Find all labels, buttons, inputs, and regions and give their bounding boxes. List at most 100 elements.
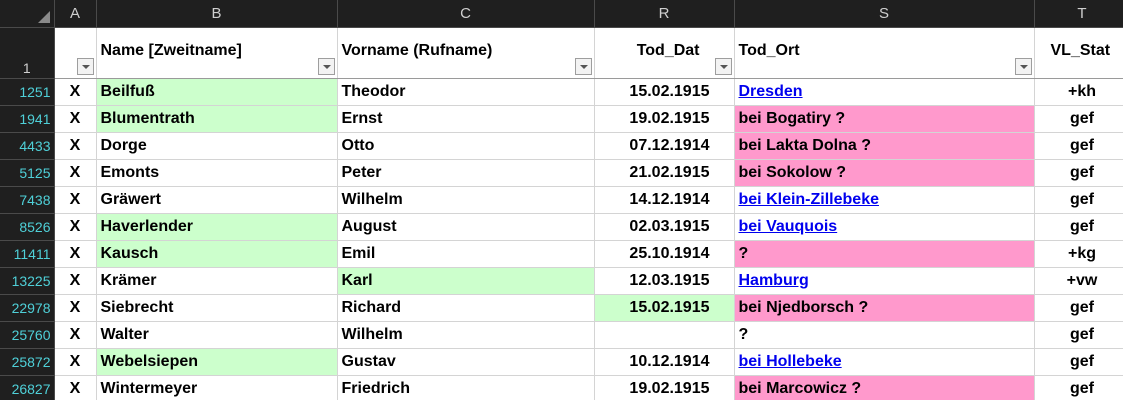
cell-marker[interactable]: X [54, 159, 97, 187]
row-number[interactable]: 13225 [0, 267, 55, 295]
cell-vorname[interactable]: Friedrich [337, 375, 595, 400]
cell-marker[interactable]: X [54, 105, 97, 133]
tod-ort-hyperlink[interactable]: bei Klein-Zillebeke [739, 191, 879, 208]
cell-vorname[interactable]: August [337, 213, 595, 241]
column-header-r[interactable]: R [594, 0, 735, 28]
cell-vl-stat[interactable]: +kg [1034, 240, 1123, 268]
cell-name[interactable]: Blumentrath [96, 105, 338, 133]
header-cell-name[interactable]: Name [Zweitname] [96, 27, 338, 79]
cell-tod-ort[interactable]: bei Bogatiry ? [734, 105, 1035, 133]
cell-tod-ort[interactable]: bei Vauquois [734, 213, 1035, 241]
tod-ort-hyperlink[interactable]: Dresden [739, 83, 803, 100]
cell-vorname[interactable]: Wilhelm [337, 186, 595, 214]
cell-tod-dat[interactable]: 15.02.1915 [594, 294, 735, 322]
filter-dropdown-a-icon[interactable] [76, 57, 94, 75]
cell-marker[interactable]: X [54, 78, 97, 106]
cell-tod-ort[interactable]: bei Sokolow ? [734, 159, 1035, 187]
filter-dropdown-s-icon[interactable] [1014, 57, 1032, 75]
cell-vorname[interactable]: Theodor [337, 78, 595, 106]
cell-tod-ort[interactable]: bei Hollebeke [734, 348, 1035, 376]
cell-tod-dat[interactable]: 12.03.1915 [594, 267, 735, 295]
cell-vorname[interactable]: Karl [337, 267, 595, 295]
cell-vl-stat[interactable]: gef [1034, 321, 1123, 349]
cell-vorname[interactable]: Gustav [337, 348, 595, 376]
cell-tod-ort[interactable]: bei Marcowicz ? [734, 375, 1035, 400]
row-number[interactable]: 25872 [0, 348, 55, 376]
cell-tod-ort[interactable]: Dresden [734, 78, 1035, 106]
cell-vorname[interactable]: Ernst [337, 105, 595, 133]
cell-tod-dat[interactable]: 15.02.1915 [594, 78, 735, 106]
cell-tod-ort[interactable]: bei Klein-Zillebeke [734, 186, 1035, 214]
cell-vl-stat[interactable]: gef [1034, 132, 1123, 160]
header-cell-tod-dat[interactable]: Tod_Dat [594, 27, 735, 79]
cell-tod-ort[interactable]: bei Njedborsch ? [734, 294, 1035, 322]
row-number[interactable]: 25760 [0, 321, 55, 349]
cell-vl-stat[interactable]: gef [1034, 213, 1123, 241]
header-cell-a[interactable] [54, 27, 97, 79]
cell-tod-dat[interactable]: 14.12.1914 [594, 186, 735, 214]
tod-ort-hyperlink[interactable]: bei Hollebeke [739, 353, 842, 370]
cell-marker[interactable]: X [54, 294, 97, 322]
cell-tod-ort[interactable]: ? [734, 240, 1035, 268]
cell-marker[interactable]: X [54, 375, 97, 400]
cell-vl-stat[interactable]: gef [1034, 375, 1123, 400]
cell-vorname[interactable]: Peter [337, 159, 595, 187]
row-number[interactable]: 1941 [0, 105, 55, 133]
cell-tod-dat[interactable] [594, 321, 735, 349]
cell-tod-dat[interactable]: 25.10.1914 [594, 240, 735, 268]
cell-vorname[interactable]: Otto [337, 132, 595, 160]
row-number[interactable]: 4433 [0, 132, 55, 160]
tod-ort-hyperlink[interactable]: Hamburg [739, 272, 809, 289]
cell-marker[interactable]: X [54, 186, 97, 214]
cell-vorname[interactable]: Wilhelm [337, 321, 595, 349]
cell-tod-dat[interactable]: 10.12.1914 [594, 348, 735, 376]
cell-name[interactable]: Krämer [96, 267, 338, 295]
filter-dropdown-c-icon[interactable] [574, 57, 592, 75]
row-number[interactable]: 1251 [0, 78, 55, 106]
cell-tod-dat[interactable]: 21.02.1915 [594, 159, 735, 187]
cell-name[interactable]: Beilfuß [96, 78, 338, 106]
cell-name[interactable]: Wintermeyer [96, 375, 338, 400]
row-number[interactable]: 7438 [0, 186, 55, 214]
cell-tod-dat[interactable]: 07.12.1914 [594, 132, 735, 160]
cell-tod-ort[interactable]: bei Lakta Dolna ? [734, 132, 1035, 160]
cell-vl-stat[interactable]: gef [1034, 105, 1123, 133]
header-cell-vorname[interactable]: Vorname (Rufname) [337, 27, 595, 79]
column-header-t[interactable]: T [1034, 0, 1123, 28]
cell-vl-stat[interactable]: gef [1034, 159, 1123, 187]
row-number[interactable]: 5125 [0, 159, 55, 187]
row-number[interactable]: 8526 [0, 213, 55, 241]
column-header-b[interactable]: B [96, 0, 338, 28]
header-cell-vl-stat[interactable]: VL_Stat [1034, 27, 1123, 79]
cell-name[interactable]: Webelsiepen [96, 348, 338, 376]
column-header-a[interactable]: A [54, 0, 97, 28]
cell-marker[interactable]: X [54, 267, 97, 295]
cell-marker[interactable]: X [54, 132, 97, 160]
row-number[interactable]: 22978 [0, 294, 55, 322]
filter-dropdown-b-icon[interactable] [317, 57, 335, 75]
cell-vl-stat[interactable]: +vw [1034, 267, 1123, 295]
header-cell-tod-ort[interactable]: Tod_Ort [734, 27, 1035, 79]
row-number[interactable]: 26827 [0, 375, 55, 400]
cell-tod-ort[interactable]: ? [734, 321, 1035, 349]
cell-vorname[interactable]: Emil [337, 240, 595, 268]
row-number[interactable]: 11411 [0, 240, 55, 268]
cell-tod-dat[interactable]: 02.03.1915 [594, 213, 735, 241]
cell-marker[interactable]: X [54, 213, 97, 241]
cell-name[interactable]: Siebrecht [96, 294, 338, 322]
filter-dropdown-r-icon[interactable] [714, 57, 732, 75]
cell-tod-dat[interactable]: 19.02.1915 [594, 375, 735, 400]
cell-vl-stat[interactable]: gef [1034, 186, 1123, 214]
cell-vl-stat[interactable]: gef [1034, 348, 1123, 376]
cell-marker[interactable]: X [54, 348, 97, 376]
cell-name[interactable]: Haverlender [96, 213, 338, 241]
cell-name[interactable]: Kausch [96, 240, 338, 268]
cell-name[interactable]: Walter [96, 321, 338, 349]
cell-name[interactable]: Gräwert [96, 186, 338, 214]
cell-tod-ort[interactable]: Hamburg [734, 267, 1035, 295]
column-header-c[interactable]: C [337, 0, 595, 28]
row-number-header[interactable]: 1 [0, 27, 55, 79]
cell-vorname[interactable]: Richard [337, 294, 595, 322]
cell-marker[interactable]: X [54, 321, 97, 349]
cell-vl-stat[interactable]: gef [1034, 294, 1123, 322]
